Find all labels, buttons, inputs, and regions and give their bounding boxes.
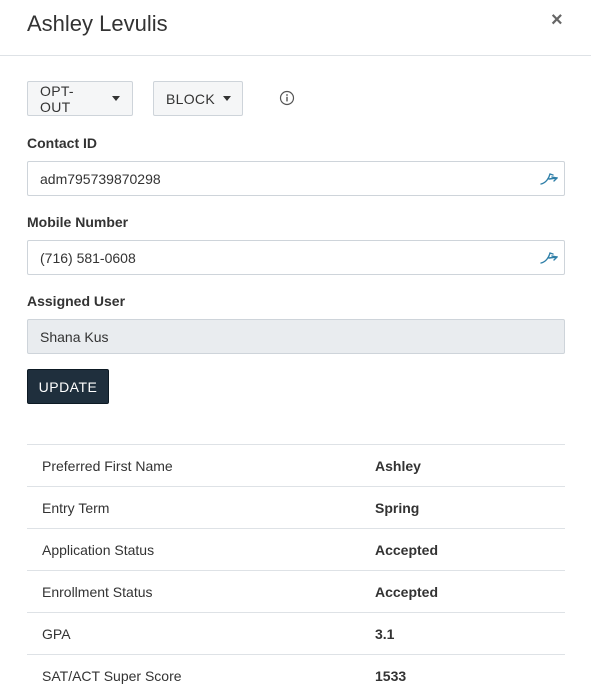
- table-row: GPA 3.1: [27, 612, 565, 654]
- detail-key: SAT/ACT Super Score: [42, 668, 182, 684]
- detail-value: Spring: [375, 500, 420, 516]
- contact-id-value: adm795739870298: [40, 170, 161, 187]
- opt-out-label: OPT-OUT: [40, 82, 74, 115]
- mobile-number-value: (716) 581-0608: [40, 249, 136, 266]
- mobile-number-field[interactable]: (716) 581-0608: [27, 240, 565, 275]
- detail-key: Preferred First Name: [42, 458, 173, 474]
- integration-link-icon[interactable]: [540, 251, 558, 265]
- detail-value: Ashley: [375, 458, 421, 474]
- modal-header: Ashley Levulis ×: [0, 0, 591, 56]
- assigned-user-value: Shana Kus: [40, 328, 109, 345]
- mobile-number-label: Mobile Number: [27, 214, 129, 230]
- table-row: SAT/ACT Super Score 1533: [27, 654, 565, 696]
- caret-down-icon: [112, 96, 120, 101]
- table-row: Preferred First Name Ashley: [27, 444, 565, 486]
- integration-link-icon[interactable]: [540, 172, 558, 186]
- update-button[interactable]: UPDATE: [27, 369, 109, 404]
- contact-details-table: Preferred First Name Ashley Entry Term S…: [27, 444, 565, 696]
- detail-key: Entry Term: [42, 500, 110, 516]
- opt-out-dropdown[interactable]: OPT-OUT: [27, 81, 133, 116]
- detail-value: 1533: [375, 668, 407, 684]
- info-circle-icon[interactable]: [279, 90, 295, 106]
- detail-value: 3.1: [375, 626, 395, 642]
- detail-key: Application Status: [42, 542, 155, 558]
- table-row: Application Status Accepted: [27, 528, 565, 570]
- assigned-user-label: Assigned User: [27, 293, 126, 309]
- close-button[interactable]: ×: [551, 10, 563, 30]
- contact-id-field[interactable]: adm795739870298: [27, 161, 565, 196]
- table-row: Enrollment Status Accepted: [27, 570, 565, 612]
- table-row: Entry Term Spring: [27, 486, 565, 528]
- block-dropdown[interactable]: BLOCK: [153, 81, 243, 116]
- detail-key: GPA: [42, 626, 71, 642]
- detail-key: Enrollment Status: [42, 584, 153, 600]
- contact-id-label: Contact ID: [27, 135, 97, 151]
- caret-down-icon: [222, 96, 231, 101]
- detail-value: Accepted: [375, 584, 439, 600]
- assigned-user-field: Shana Kus: [27, 319, 565, 354]
- contact-modal: Ashley Levulis × OPT-OUT BLOCK Contact I…: [0, 0, 591, 693]
- modal-title: Ashley Levulis: [27, 11, 168, 36]
- block-label: BLOCK: [166, 90, 215, 107]
- detail-value: Accepted: [375, 542, 439, 558]
